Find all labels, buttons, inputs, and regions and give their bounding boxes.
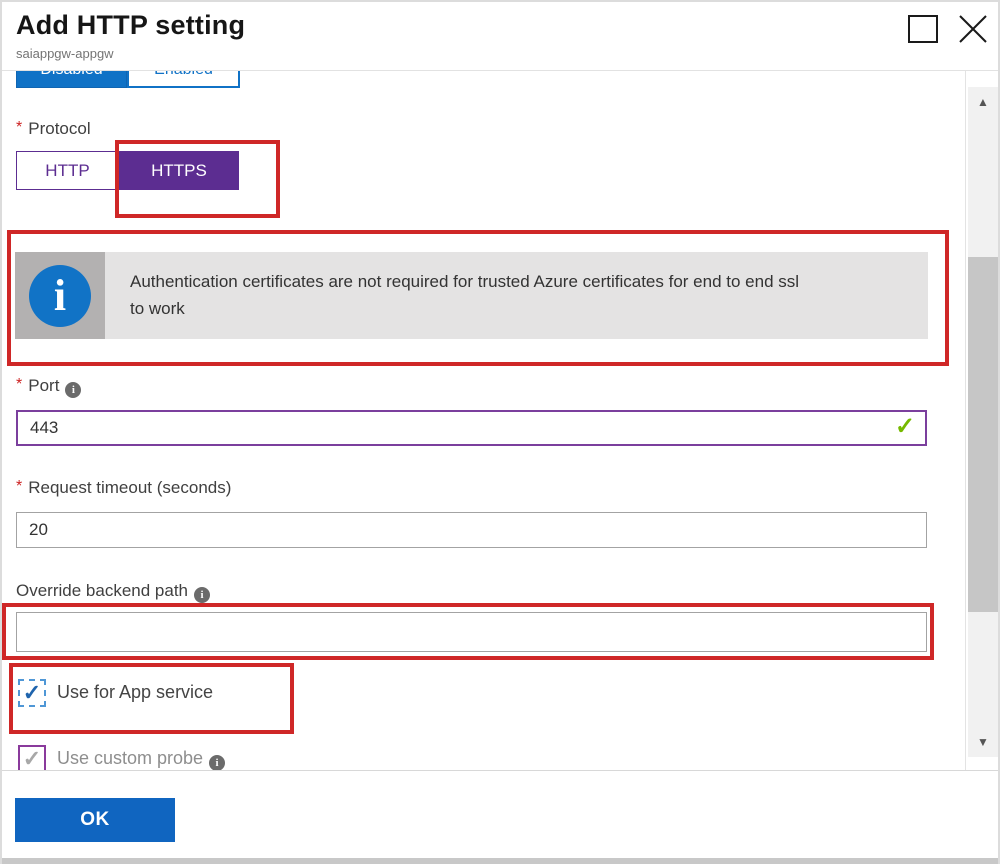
- port-label: *Porti: [16, 376, 81, 398]
- info-banner-text: Authentication certificates are not requ…: [105, 252, 928, 339]
- required-asterisk: *: [16, 376, 22, 393]
- toggle-disabled-button[interactable]: Disabled: [16, 71, 127, 88]
- page-title: Add HTTP setting: [16, 10, 245, 41]
- override-info-icon[interactable]: i: [194, 587, 210, 603]
- toggle-enabled-button[interactable]: Enabled: [127, 71, 240, 88]
- dialog-header: Add HTTP setting saiappgw-appgw: [2, 2, 998, 71]
- info-banner: i Authentication certificates are not re…: [15, 252, 928, 339]
- dialog-footer: OK: [2, 770, 998, 858]
- protocol-https-button[interactable]: HTTPS: [119, 151, 239, 190]
- vertical-scrollbar[interactable]: ▲ ▼: [968, 87, 998, 757]
- required-asterisk: *: [16, 478, 22, 495]
- dialog-subtitle: saiappgw-appgw: [16, 46, 114, 61]
- use-for-app-service-label[interactable]: Use for App service: [57, 682, 213, 703]
- protocol-selector: HTTP HTTPS: [16, 151, 239, 190]
- form-content: Disabled Enabled *Protocol HTTP HTTPS i …: [2, 71, 998, 770]
- protocol-http-button[interactable]: HTTP: [16, 151, 119, 190]
- scroll-down-arrow-icon[interactable]: ▼: [968, 731, 998, 753]
- port-input[interactable]: [16, 410, 927, 446]
- required-asterisk: *: [16, 119, 22, 136]
- scrollbar-thumb[interactable]: [968, 257, 998, 612]
- use-for-app-service-checkbox[interactable]: ✓: [18, 679, 46, 707]
- info-banner-icon-cell: i: [15, 252, 105, 339]
- add-http-setting-dialog: Add HTTP setting saiappgw-appgw Disabled…: [0, 0, 1000, 864]
- restore-window-icon[interactable]: [908, 15, 938, 43]
- cookie-affinity-toggle: Disabled Enabled: [16, 71, 240, 89]
- info-icon: i: [29, 265, 91, 327]
- close-icon[interactable]: [956, 12, 990, 46]
- valid-check-icon: ✓: [895, 412, 915, 441]
- protocol-label: *Protocol: [16, 119, 91, 139]
- override-backend-path-input[interactable]: [16, 612, 927, 652]
- content-scrollbar-divider: [965, 71, 966, 770]
- override-backend-path-label: Override backend pathi: [16, 581, 210, 603]
- port-info-icon[interactable]: i: [65, 382, 81, 398]
- request-timeout-input[interactable]: [16, 512, 927, 548]
- ok-button[interactable]: OK: [15, 798, 175, 842]
- scroll-up-arrow-icon[interactable]: ▲: [968, 91, 998, 113]
- custom-probe-info-icon[interactable]: i: [209, 755, 225, 770]
- request-timeout-label: *Request timeout (seconds): [16, 478, 231, 498]
- use-custom-probe-checkbox[interactable]: ✓: [18, 745, 46, 770]
- use-custom-probe-label: Use custom probei: [57, 748, 225, 770]
- bottom-gray-strip: [2, 858, 998, 864]
